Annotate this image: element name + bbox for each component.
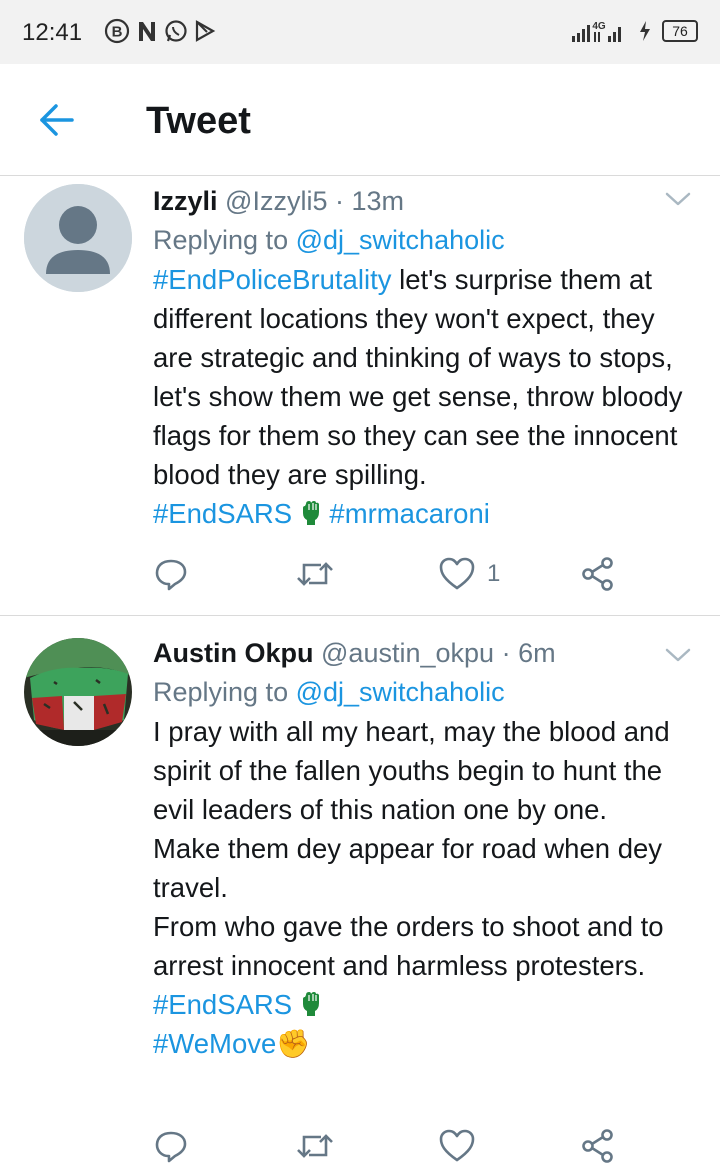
tweet[interactable]: Austin Okpu @austin_okpu · 6m Replying t… [0, 616, 720, 1174]
raised-fist-icon [302, 501, 319, 525]
tweet-time: 13m [351, 186, 405, 216]
reply-mention-link[interactable]: @dj_switchaholic [296, 677, 505, 707]
like-button[interactable] [439, 1126, 487, 1166]
share-button[interactable] [581, 554, 615, 594]
tweet-text-content: let's surprise them at different locatio… [153, 264, 683, 490]
hashtag-link[interactable]: #EndSARS [153, 498, 292, 529]
replying-to: Replying to @dj_switchaholic [153, 220, 700, 260]
status-right: 4G 76 [570, 18, 698, 44]
default-avatar-icon [24, 184, 132, 292]
tweet-body: Izzyli @Izzyli5 · 13m Replying to @dj_sw… [153, 182, 700, 533]
share-icon [582, 557, 613, 591]
raised-fist-icon [302, 992, 319, 1016]
status-bar: 12:41 B 4G 76 [0, 0, 720, 64]
retweet-icon [297, 1134, 333, 1158]
back-button[interactable] [32, 100, 80, 140]
charging-icon [640, 21, 650, 41]
whatsapp-icon [165, 20, 187, 42]
tweet-actions: 1 [153, 554, 623, 594]
reply-mention-link[interactable]: @dj_switchaholic [296, 225, 505, 255]
back-arrow-icon [40, 104, 74, 136]
notification-icons: B [104, 18, 216, 44]
tweet-text-line: Make them dey appear for road when dey t… [153, 833, 663, 903]
replying-prefix: Replying to [153, 677, 289, 707]
emoji: ✊ [276, 1028, 311, 1059]
tweet-text-line: I pray with all my heart, may the blood … [153, 716, 670, 825]
signal-icon: 4G [572, 21, 621, 42]
status-time: 12:41 [22, 19, 83, 46]
author-handle[interactable]: @austin_okpu [321, 638, 494, 668]
share-button[interactable] [581, 1126, 615, 1166]
hashtag-link[interactable]: #WeMove [153, 1028, 276, 1059]
retweet-button[interactable] [295, 554, 335, 594]
tweet-time: 6m [518, 638, 556, 668]
tweet-text-content: From who gave the orders to shoot and to… [153, 911, 664, 981]
author-handle[interactable]: @Izzyli5 [225, 186, 327, 216]
b-notification-icon: B [104, 18, 130, 44]
replying-prefix: Replying to [153, 225, 289, 255]
tweet-header: Izzyli @Izzyli5 · 13m [153, 182, 700, 220]
hashtag-link[interactable]: #EndPoliceBrutality [153, 264, 391, 295]
retweet-icon [297, 562, 333, 586]
replying-to: Replying to @dj_switchaholic [153, 672, 700, 712]
reply-icon [155, 1131, 187, 1163]
play-store-icon [195, 20, 216, 42]
tweet-actions [153, 1126, 623, 1166]
retweet-button[interactable] [295, 1126, 335, 1166]
author-name[interactable]: Austin Okpu [153, 638, 314, 668]
author-name[interactable]: Izzyli [153, 186, 218, 216]
reply-icon [155, 559, 187, 591]
reply-button[interactable] [153, 1126, 189, 1166]
n-notification-icon [139, 22, 155, 41]
svg-text:4G: 4G [592, 21, 606, 32]
hashtag-link[interactable]: #mrmacaroni [329, 498, 489, 529]
header: Tweet [0, 64, 720, 176]
like-icon [439, 557, 475, 590]
share-icon [582, 1129, 613, 1163]
svg-text:B: B [112, 24, 123, 41]
avatar[interactable] [24, 638, 132, 746]
meta-separator: · [335, 186, 344, 216]
profile-photo [24, 638, 132, 746]
tweet-text-line: From who gave the orders to shoot and to… [153, 907, 700, 1024]
tweet-body: Austin Okpu @austin_okpu · 6m Replying t… [153, 634, 700, 1063]
tweet-text: I pray with all my heart, may the blood … [153, 712, 700, 1063]
tweet[interactable]: Izzyli @Izzyli5 · 13m Replying to @dj_sw… [0, 176, 720, 616]
tweet-text: #EndPoliceBrutality let's surprise them … [153, 260, 700, 533]
tweet-text-line: #WeMove✊ [153, 1024, 700, 1063]
reply-button[interactable] [153, 554, 189, 594]
like-button[interactable]: 1 [439, 554, 500, 594]
hashtag-link[interactable]: #EndSARS [153, 989, 292, 1020]
page-title: Tweet [146, 100, 251, 142]
like-count: 1 [487, 560, 501, 587]
meta-separator: · [501, 638, 511, 668]
tweet-header: Austin Okpu @austin_okpu · 6m [153, 634, 700, 672]
avatar[interactable] [24, 184, 132, 292]
battery-indicator: 76 [662, 20, 698, 42]
like-icon [439, 1129, 475, 1162]
